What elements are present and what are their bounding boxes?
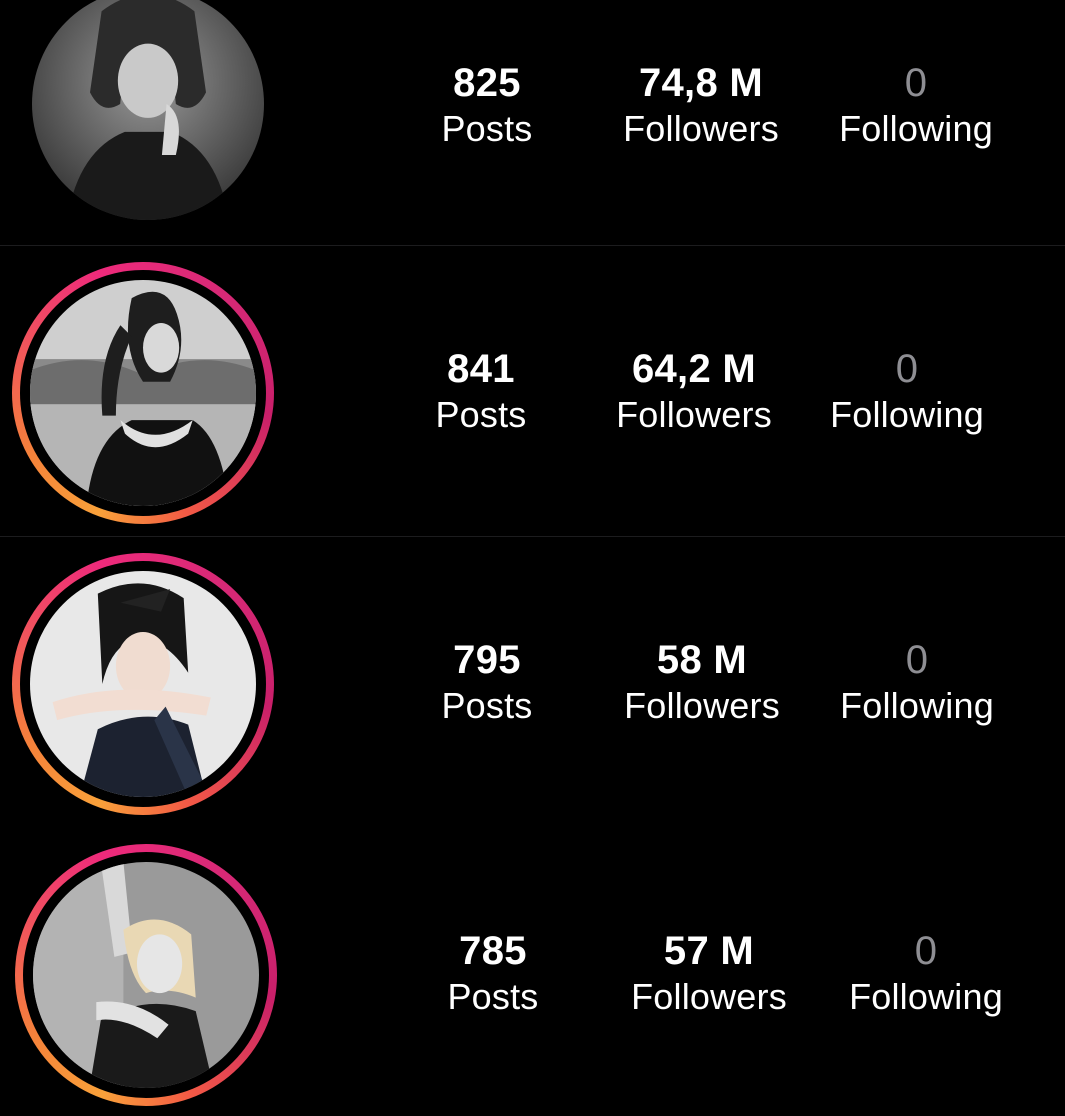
following-label: Following — [849, 976, 1003, 1017]
followers-label: Followers — [624, 685, 780, 726]
profile-photo-icon — [30, 571, 256, 797]
posts-stat[interactable]: 825 Posts — [387, 60, 587, 152]
following-label: Following — [840, 685, 994, 726]
followers-count: 74,8 M — [638, 61, 764, 105]
profile-photo-icon — [33, 862, 259, 1088]
following-count: 0 — [905, 638, 929, 682]
followers-stat[interactable]: 74,8 M Followers — [601, 60, 801, 152]
following-stat[interactable]: 0 Following — [817, 637, 1017, 729]
followers-count: 57 M — [663, 929, 755, 973]
followers-label: Followers — [616, 394, 772, 435]
story-ring[interactable] — [15, 844, 277, 1106]
following-count: 0 — [904, 61, 928, 105]
followers-stat[interactable]: 58 M Followers — [602, 637, 802, 729]
profile-photo-icon — [32, 0, 264, 220]
followers-label: Followers — [631, 976, 787, 1017]
posts-count: 841 — [447, 347, 515, 391]
posts-count: 785 — [459, 929, 527, 973]
posts-count: 825 — [453, 61, 521, 105]
followers-stat[interactable]: 57 M Followers — [609, 928, 809, 1020]
following-label: Following — [830, 394, 984, 435]
story-ring[interactable] — [12, 262, 274, 524]
posts-label: Posts — [441, 685, 533, 726]
posts-stat[interactable]: 785 Posts — [393, 928, 593, 1020]
profile-row-3: 795 Posts 58 M Followers 0 Following — [0, 537, 1065, 827]
profile-photo-icon — [30, 280, 256, 506]
profile-row-1: 825 Posts 74,8 M Followers 0 Following — [0, 0, 1065, 245]
profile-row-4: 785 Posts 57 M Followers 0 Following — [0, 828, 1065, 1116]
profile-avatar[interactable] — [32, 0, 264, 220]
following-label: Following — [839, 108, 993, 149]
following-count: 0 — [895, 347, 919, 391]
posts-stat[interactable]: 795 Posts — [387, 637, 587, 729]
posts-label: Posts — [447, 976, 539, 1017]
following-stat[interactable]: 0 Following — [826, 928, 1026, 1020]
following-stat[interactable]: 0 Following — [816, 60, 1016, 152]
followers-count: 58 M — [656, 638, 748, 682]
profile-avatar — [30, 280, 256, 506]
posts-stat[interactable]: 841 Posts — [381, 346, 581, 438]
story-ring[interactable] — [12, 553, 274, 815]
followers-label: Followers — [623, 108, 779, 149]
profile-row-2: 841 Posts 64,2 M Followers 0 Following — [0, 246, 1065, 536]
posts-count: 795 — [453, 638, 521, 682]
profile-avatar — [30, 571, 256, 797]
posts-label: Posts — [441, 108, 533, 149]
following-stat[interactable]: 0 Following — [807, 346, 1007, 438]
posts-label: Posts — [435, 394, 527, 435]
followers-stat[interactable]: 64,2 M Followers — [594, 346, 794, 438]
profile-avatar — [33, 862, 259, 1088]
followers-count: 64,2 M — [631, 347, 757, 391]
following-count: 0 — [914, 929, 938, 973]
